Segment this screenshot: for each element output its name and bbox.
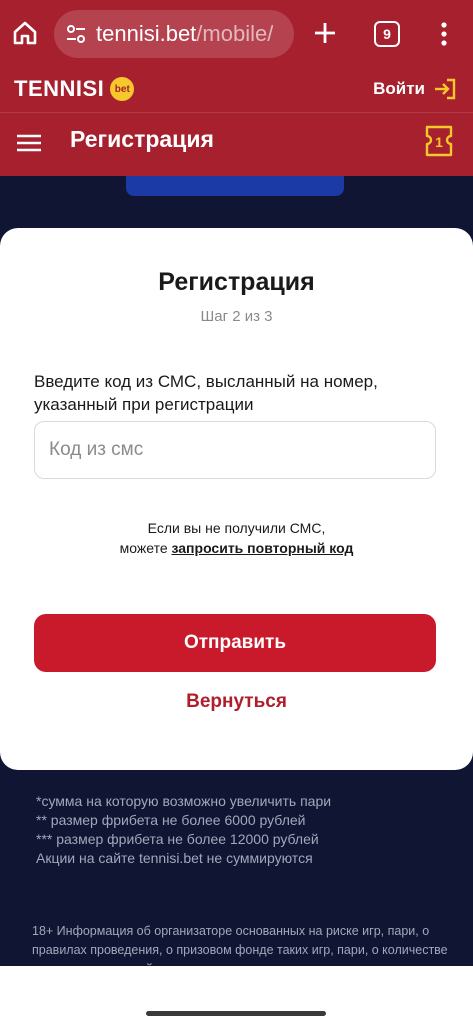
tune-icon[interactable] xyxy=(64,22,88,46)
registration-modal: Регистрация Шаг 2 из 3 Введите код из СМ… xyxy=(0,228,473,770)
tabs-icon: 9 xyxy=(383,26,391,42)
tabs-button[interactable]: 9 xyxy=(374,21,400,47)
page-title: Регистрация xyxy=(70,126,214,152)
resend-block: Если вы не получили СМС, можете запросит… xyxy=(0,518,473,558)
coupon-count: 1 xyxy=(435,134,443,150)
promo-notes: *сумма на которую возможно увеличить пар… xyxy=(36,792,456,868)
login-arrow-icon xyxy=(435,78,456,100)
more-vert-icon xyxy=(441,22,447,46)
hamburger-icon xyxy=(17,134,41,152)
legal-text: 18+ Информация об организаторе основанны… xyxy=(32,924,448,966)
brand-name: TENNISI xyxy=(14,76,105,101)
browser-toolbar: tennisi.bet/mobile/ 9 xyxy=(0,0,473,68)
home-icon xyxy=(13,21,37,45)
address-bar[interactable]: tennisi.bet/mobile/ xyxy=(54,10,294,58)
login-button[interactable]: Войти xyxy=(373,78,457,100)
home-button[interactable] xyxy=(10,18,40,48)
sms-hint-text: Введите код из СМС, высланный на номер, … xyxy=(34,372,378,414)
browser-menu-button[interactable] xyxy=(434,20,454,48)
url-host: tennisi.bet xyxy=(96,21,197,46)
header-divider xyxy=(0,112,473,113)
brand-badge: bet xyxy=(110,77,135,101)
main-menu-button[interactable] xyxy=(16,133,42,153)
modal-title: Регистрация xyxy=(158,268,315,296)
sms-code-input[interactable] xyxy=(34,421,436,479)
site-header: TENNISI bet Войти Регистрация 1 xyxy=(0,68,473,176)
resend-text-line1: Если вы не получили СМС, xyxy=(147,520,326,536)
gesture-handle[interactable] xyxy=(146,1011,326,1016)
new-tab-button[interactable] xyxy=(312,20,338,46)
plus-icon xyxy=(315,23,335,43)
resend-text-line2: можете запросить повторный код xyxy=(0,538,473,558)
url-path: /mobile/ xyxy=(196,21,274,46)
submit-button[interactable]: Отправить xyxy=(34,614,436,672)
coupon-button[interactable]: 1 xyxy=(424,124,454,158)
note-line: *** размер фрибета не более 12000 рублей xyxy=(36,831,319,847)
resend-prefix: можете xyxy=(119,540,172,556)
url-text: tennisi.bet/mobile/ xyxy=(96,21,273,47)
note-line: ** размер фрибета не более 6000 рублей xyxy=(36,812,306,828)
resend-code-link[interactable]: запросить повторный код xyxy=(172,540,354,556)
note-line: Акции на сайте tennisi.bet не суммируютс… xyxy=(36,850,313,866)
step-indicator: Шаг 2 из 3 xyxy=(200,308,273,325)
coupon-icon: 1 xyxy=(425,125,453,157)
background-button-fragment xyxy=(126,176,344,196)
note-line: *сумма на которую возможно увеличить пар… xyxy=(36,793,332,809)
back-button[interactable]: Вернуться xyxy=(0,691,473,713)
brand-logo[interactable]: TENNISI bet xyxy=(14,76,135,102)
login-label: Войти xyxy=(373,79,425,98)
